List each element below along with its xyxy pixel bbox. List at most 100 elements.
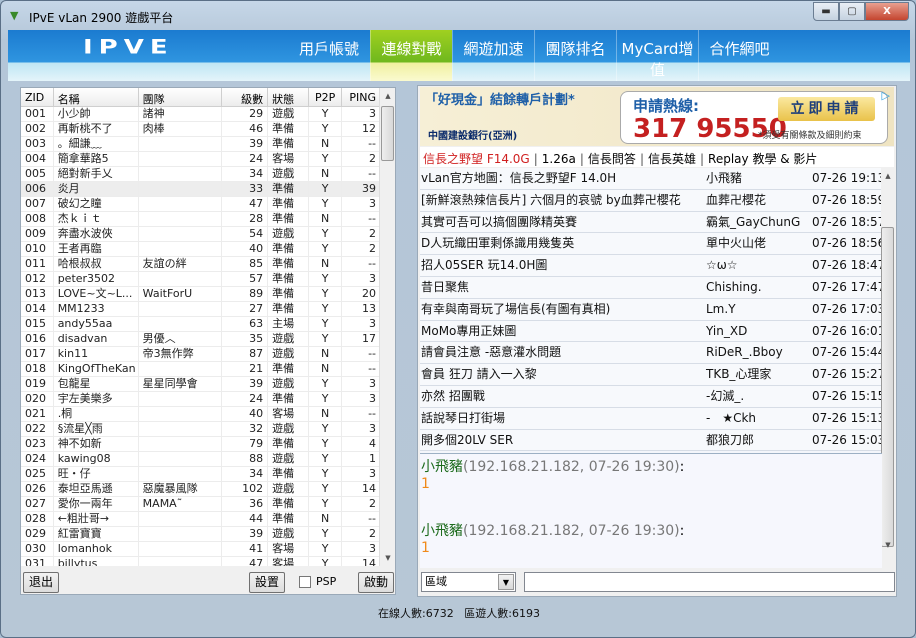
table-row[interactable]: 002 再斬桃不了 肉棒 46 準備 Y 12 xyxy=(21,122,381,137)
table-row[interactable]: 021 .桐 40 客場 N -- xyxy=(21,407,381,422)
table-cell: 準備 xyxy=(268,242,309,256)
chat-input[interactable] xyxy=(524,572,895,592)
column-header[interactable]: P2P xyxy=(309,88,343,106)
quick-link[interactable]: 信長之野望 F14.0G xyxy=(423,152,530,166)
table-row[interactable]: 030 lomanhok 41 客場 Y 3 xyxy=(21,542,381,557)
news-item[interactable]: 招人05SER 玩14.0H圖 ☆ω☆ 07-26 18:47 xyxy=(420,255,882,277)
news-date: 07-26 18:59 xyxy=(812,192,882,207)
news-title[interactable]: [新鮮滾熱辣信長片] 六個月的哀號 by血葬卍櫻花 xyxy=(420,190,704,211)
maximize-button[interactable]: ▢ xyxy=(839,2,865,21)
column-header[interactable]: 名稱 xyxy=(54,88,139,106)
news-title[interactable]: 有幸與南哥玩了場信長(有圖有真相) xyxy=(420,299,704,320)
table-row[interactable]: 029 紅雷寶寶 39 遊戲 Y 2 xyxy=(21,527,381,542)
table-row[interactable]: 004 簡拿華路5 24 客場 Y 2 xyxy=(21,152,381,167)
table-cell: 惡魔暴風隊 xyxy=(139,482,222,496)
scroll-down-icon[interactable]: ▼ xyxy=(881,537,895,553)
table-row[interactable]: 024 kawing08 88 遊戲 Y 1 xyxy=(21,452,381,467)
news-item[interactable]: vLan官方地圖：信長之野望F 14.0H 小飛豬 07-26 19:13 xyxy=(420,168,882,190)
news-title[interactable]: D人玩織田軍剩係識用幾隻英 xyxy=(420,233,704,254)
news-scrollbar[interactable]: ▲ ▼ xyxy=(881,168,895,553)
checkbox-box[interactable] xyxy=(299,575,311,588)
ad-banner[interactable]: 「好現金」結餘轉戶計劃* 中國建設銀行(亞洲) 申請熱線: 317 95550 … xyxy=(420,87,894,146)
scroll-thumb[interactable] xyxy=(381,106,394,161)
table-row[interactable]: 025 旺・仔 34 準備 Y 3 xyxy=(21,467,381,482)
column-header[interactable]: ZID xyxy=(21,88,54,106)
news-item[interactable]: 會員 狂刀 請入一入黎 TKB_心理家 07-26 15:27 xyxy=(420,364,882,386)
column-header[interactable]: PING xyxy=(342,88,381,106)
table-row[interactable]: 006 炎月 33 準備 Y 39 xyxy=(21,182,381,197)
news-item[interactable]: 話說琴日打街場 - ★Ckh 07-26 15:13 xyxy=(420,407,882,430)
quick-link[interactable]: Replay 教學 & 影片 xyxy=(708,152,817,166)
table-row[interactable]: 011 哈根叔叔 友誼の絆 85 準備 N -- xyxy=(21,257,381,272)
region-select[interactable]: 區域 ▼ xyxy=(421,572,516,592)
adchoices-icon[interactable]: ▷ xyxy=(882,89,890,102)
news-item[interactable]: MoMo專用正妹圖 Yin_XD 07-26 16:01 xyxy=(420,320,882,343)
table-row[interactable]: 014 MM1233 27 準備 Y 13 xyxy=(21,302,381,317)
table-row[interactable]: 009 奔盡水波俠 54 遊戲 Y 2 xyxy=(21,227,381,242)
nav-tab[interactable]: 合作網吧 xyxy=(698,30,780,81)
table-row[interactable]: 020 宇左美樂多 24 準備 Y 3 xyxy=(21,392,381,407)
table-row[interactable]: 016 disadvan 男優︿ 35 遊戲 Y 17 xyxy=(21,332,381,347)
table-row[interactable]: 023 神不如新 79 準備 Y 4 xyxy=(21,437,381,452)
news-title[interactable]: 話說琴日打街場 xyxy=(420,408,704,429)
news-item[interactable]: 其實可吾可以搞個團隊精英賽 霸氣_GayChunG 07-26 18:57 xyxy=(420,211,882,234)
news-item[interactable]: 有幸與南哥玩了場信長(有圖有真相) Lm.Y 07-26 17:03 xyxy=(420,298,882,321)
column-header[interactable]: 級數 xyxy=(222,88,269,106)
scroll-up-icon[interactable]: ▲ xyxy=(380,88,396,104)
scroll-up-icon[interactable]: ▲ xyxy=(881,168,895,184)
ad-apply-button[interactable]: 立即申請 xyxy=(778,97,875,121)
news-title[interactable]: 招人05SER 玩14.0H圖 xyxy=(420,255,704,276)
column-header[interactable]: 團隊 xyxy=(139,88,222,106)
quick-link[interactable]: 信長英雄 xyxy=(648,152,696,166)
table-row[interactable]: 001 小少帥 諸神 29 遊戲 Y 3 xyxy=(21,107,381,122)
news-item[interactable]: 開多個20LV SER 都狼刀郎 07-26 15:03 xyxy=(420,429,882,452)
nav-tab[interactable]: MyCard增值 xyxy=(616,30,698,81)
news-title[interactable]: MoMo專用正妹圖 xyxy=(420,321,704,342)
nav-tab[interactable]: 用戶帳號 xyxy=(288,30,370,81)
table-row[interactable]: 003 。細謙﹏ 39 準備 N -- xyxy=(21,137,381,152)
table-row[interactable]: 031 billytus 47 客場 Y 14 xyxy=(21,557,381,566)
table-row[interactable]: 010 王者再臨 40 準備 Y 2 xyxy=(21,242,381,257)
table-row[interactable]: 019 包龍星 星星同學會 39 遊戲 Y 3 xyxy=(21,377,381,392)
nav-tab[interactable]: 網遊加速 xyxy=(452,30,534,81)
close-button[interactable]: X xyxy=(865,2,909,21)
settings-button[interactable]: 設置 xyxy=(249,572,285,593)
start-button[interactable]: 啟動 xyxy=(358,572,394,593)
nav-tab[interactable]: 團隊排名 xyxy=(534,30,616,81)
news-title[interactable]: 其實可吾可以搞個團隊精英賽 xyxy=(420,212,704,233)
news-title[interactable]: 亦然 招團戰 xyxy=(420,386,704,407)
table-row[interactable]: 008 杰ｋｉｔ 28 準備 N -- xyxy=(21,212,381,227)
news-item[interactable]: 請會員注意 -惡意灌水問題 RiDeR_.Bboy 07-26 15:44 xyxy=(420,342,882,365)
news-item[interactable]: 昔日聚焦 Chishing. 07-26 17:47 xyxy=(420,276,882,299)
news-title[interactable]: 開多個20LV SER xyxy=(420,430,704,451)
psp-checkbox[interactable]: PSP xyxy=(299,575,336,588)
table-row[interactable]: 015 andy55aa 63 主場 Y 3 xyxy=(21,317,381,332)
nav-tab[interactable]: 連線對戰 xyxy=(370,30,452,81)
news-title[interactable]: 請會員注意 -惡意灌水問題 xyxy=(420,342,704,363)
quick-link[interactable]: 1.26a xyxy=(542,152,576,166)
table-row[interactable]: 026 泰坦亞馬遜 惡魔暴風隊 102 遊戲 Y 14 xyxy=(21,482,381,497)
table-row[interactable]: 005 絕對新手乂 34 遊戲 N -- xyxy=(21,167,381,182)
table-row[interactable]: 027 愛你一兩年 MAMA˜ 36 準備 Y 2 xyxy=(21,497,381,512)
table-row[interactable]: 013 LOVE~文~L... WaitForU 89 準備 Y 20 xyxy=(21,287,381,302)
minimize-button[interactable]: ▬ xyxy=(813,2,839,21)
scroll-thumb[interactable] xyxy=(881,227,894,547)
table-row[interactable]: 028 ←粗壯哥→ 44 準備 N -- xyxy=(21,512,381,527)
news-item[interactable]: [新鮮滾熱辣信長片] 六個月的哀號 by血葬卍櫻花 血葬卍櫻花 07-26 18:5… xyxy=(420,189,882,212)
news-item[interactable]: D人玩織田軍剩係識用幾隻英 單中火山佬 07-26 18:56 xyxy=(420,233,882,256)
news-title[interactable]: 昔日聚焦 xyxy=(420,277,704,298)
table-row[interactable]: 012 peter3502 57 準備 Y 3 xyxy=(21,272,381,287)
news-item[interactable]: 亦然 招團戰 -幻滅_. 07-26 15:15 xyxy=(420,385,882,408)
exit-button[interactable]: 退出 xyxy=(23,572,59,593)
table-row[interactable]: 022 §流星╳雨 32 遊戲 Y 3 xyxy=(21,422,381,437)
table-row[interactable]: 018 KingOfTheKan 21 準備 N -- xyxy=(21,362,381,377)
chevron-down-icon[interactable]: ▼ xyxy=(498,574,514,590)
table-row[interactable]: 017 kin11 帝3無作弊 87 遊戲 N -- xyxy=(21,347,381,362)
column-header[interactable]: 狀態 xyxy=(268,88,309,106)
news-title[interactable]: 會員 狂刀 請入一入黎 xyxy=(420,364,704,385)
quick-link[interactable]: 信長問答 xyxy=(588,152,636,166)
player-scrollbar[interactable]: ▲ ▼ xyxy=(379,88,395,566)
scroll-down-icon[interactable]: ▼ xyxy=(380,550,396,566)
news-title[interactable]: vLan官方地圖：信長之野望F 14.0H xyxy=(420,168,704,189)
table-row[interactable]: 007 破幻之瞳 47 準備 Y 3 xyxy=(21,197,381,212)
